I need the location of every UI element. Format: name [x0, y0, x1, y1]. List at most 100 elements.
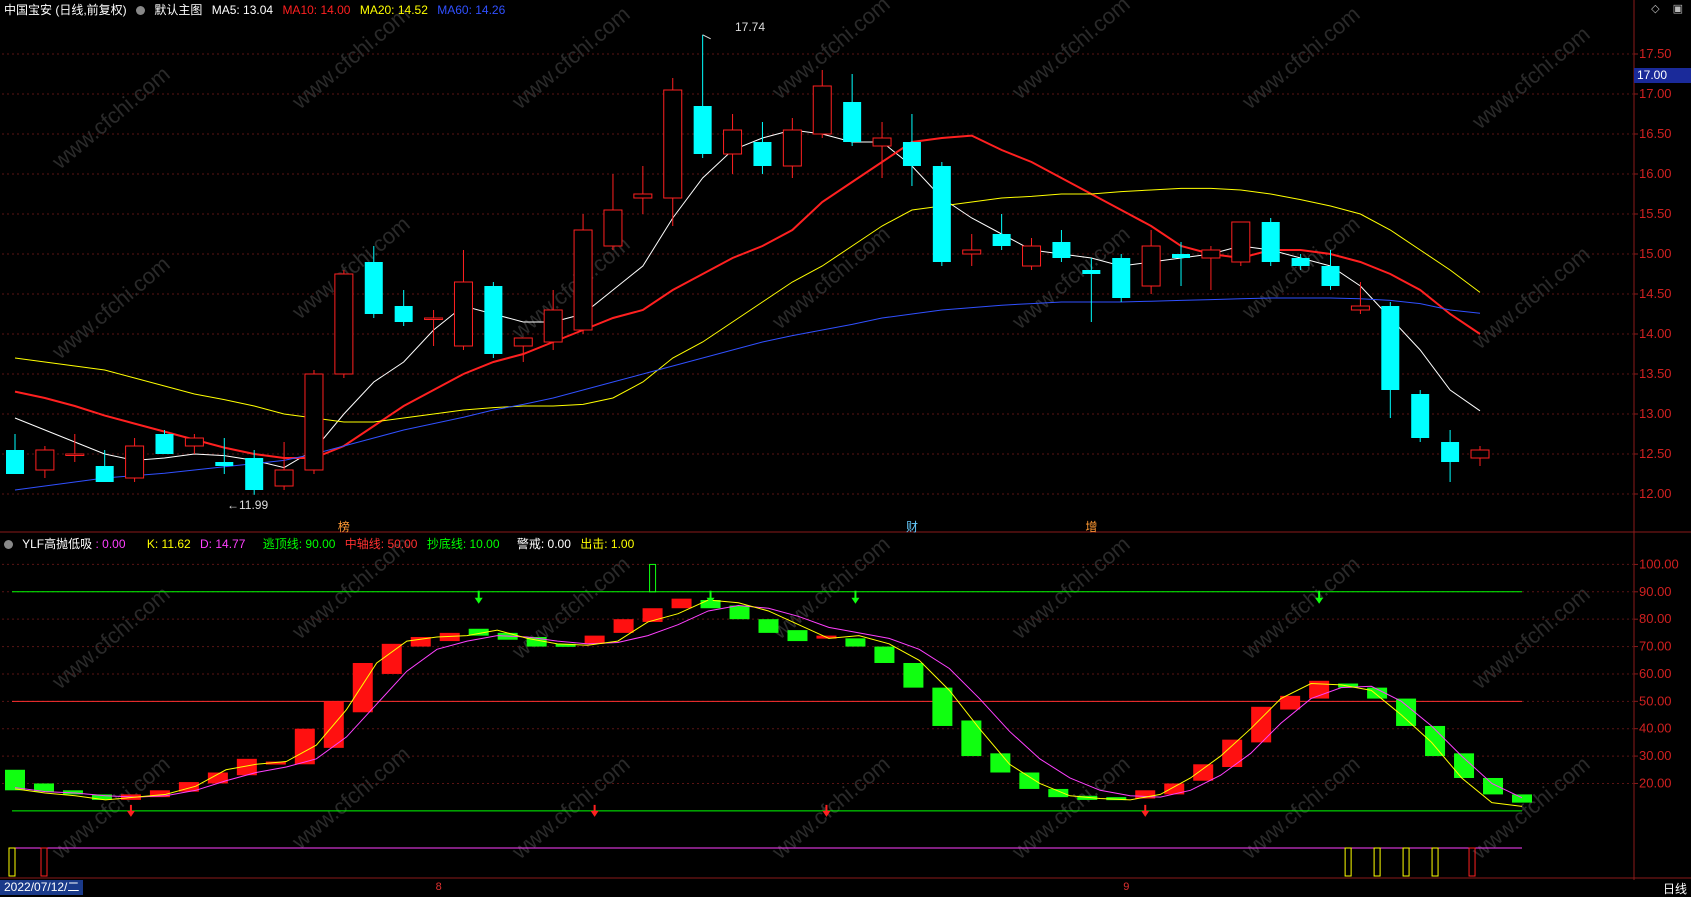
down-arrow-icon	[851, 590, 860, 604]
candle-body-up	[812, 85, 832, 135]
sub-y-tick-label: 40.00	[1639, 721, 1672, 736]
indicator-bar-up	[613, 619, 634, 633]
sub-y-tick-label: 30.00	[1639, 748, 1672, 763]
watermark-text: www.cfchi.com	[1466, 241, 1594, 354]
indicator-bar-down	[729, 605, 750, 620]
indicator-bar-down	[5, 769, 25, 791]
event-marker[interactable]: 榜	[338, 518, 350, 535]
main-y-tick-label: 16.50	[1639, 126, 1672, 141]
flag-tick-yellow	[1431, 847, 1439, 877]
flag-tick-yellow	[1402, 847, 1410, 877]
main-y-tick-label: 16.00	[1639, 166, 1672, 181]
candle-body-down	[1112, 258, 1131, 298]
candle-body-down	[215, 462, 234, 466]
settings-circle-icon[interactable]	[136, 6, 146, 15]
main-y-tick-label: 13.00	[1639, 406, 1672, 421]
indicator-bar-down	[990, 753, 1011, 773]
candle-body-up	[1201, 249, 1221, 259]
watermark-text: www.cfchi.com	[506, 551, 634, 664]
candle-body-up	[125, 445, 145, 479]
indicator-bar-down	[1425, 725, 1446, 757]
period-label[interactable]: 日线	[1663, 880, 1687, 897]
candle-body-up	[184, 437, 204, 447]
event-marker[interactable]: 增	[1085, 518, 1097, 535]
candle-body-down	[1052, 242, 1071, 258]
chart-canvas[interactable]: 12.00 12.50 13.00 13.50 14.00 14.50 15.00 15.50…	[0, 0, 1691, 880]
candle-body-up	[782, 129, 802, 167]
template-name[interactable]: 默认主图	[154, 3, 202, 17]
candle-body-down	[902, 142, 921, 166]
candle-body-down	[753, 142, 772, 166]
watermark-text: www.cfchi.com	[1006, 751, 1134, 864]
indicator-bar-down	[932, 687, 953, 726]
window-controls: ◇ ▣	[1651, 2, 1683, 15]
main-y-tick-label: 12.50	[1639, 446, 1672, 461]
indicator-bar-down	[1048, 788, 1069, 798]
candle-body-up	[1350, 305, 1370, 311]
watermark-text: www.cfchi.com	[1006, 531, 1134, 644]
indicator-settings-icon[interactable]	[4, 540, 13, 549]
candle-body-up	[513, 337, 533, 347]
main-y-tick-label: 14.50	[1639, 286, 1672, 301]
candle-body-up	[304, 373, 324, 471]
indicator-value: : 0.00	[95, 537, 126, 551]
restore-icon[interactable]: ▣	[1673, 3, 1683, 15]
candle-body-down	[1172, 254, 1191, 258]
indicator-bar-up	[642, 608, 663, 622]
flag-tick-yellow	[1344, 847, 1352, 877]
indicator-title[interactable]: YLF高抛低吸	[22, 537, 92, 551]
current-price-tag: 17.00	[1634, 68, 1691, 83]
candle-body-down	[693, 106, 712, 154]
main-y-tick-label: 17.00	[1639, 86, 1672, 101]
indicator-bar-down	[1483, 777, 1504, 795]
candle-body-down	[95, 466, 114, 482]
watermark-text: www.cfchi.com	[1236, 551, 1364, 664]
low-price-label: ←11.99	[227, 498, 269, 512]
stock-title: 中国宝安 (日线,前复权)	[4, 3, 127, 17]
d-label: D: 14.77	[200, 537, 246, 551]
main-y-tick-label: 15.00	[1639, 246, 1672, 261]
diamond-icon[interactable]: ◇	[1651, 3, 1659, 15]
mid-axis-label: 中轴线: 50.00	[344, 537, 418, 551]
indicator-bar-down	[758, 619, 779, 633]
candle-body-up	[543, 309, 563, 343]
watermark-text: www.cfchi.com	[46, 61, 174, 174]
sub-y-tick-label: 20.00	[1639, 775, 1672, 790]
candle-body-up	[424, 317, 444, 320]
flag-tick-yellow	[1373, 847, 1381, 877]
candle-body-up	[334, 273, 354, 375]
watermark-text: www.cfchi.com	[1466, 751, 1594, 864]
ma-line-ma60	[14, 297, 1481, 491]
candle-body-up	[962, 249, 982, 255]
main-y-tick-label: 12.00	[1639, 486, 1672, 501]
indicator-header: YLF高抛低吸 : 0.00 K: 11.62 D: 14.77 逃顶线: 90…	[4, 535, 640, 552]
indicator-bar-up	[294, 728, 315, 765]
ma60-label: MA60: 14.26	[437, 3, 506, 17]
month-mark: 9	[1123, 881, 1130, 893]
warning-label: 警戒: 0.00	[516, 537, 571, 551]
candle-body-up	[65, 453, 85, 456]
candle-body-down	[1381, 306, 1400, 390]
high-pointer	[702, 34, 711, 40]
sub-y-tick-label: 50.00	[1639, 693, 1672, 708]
candle-body-down	[484, 286, 503, 354]
watermark-text: www.cfchi.com	[46, 581, 174, 694]
bottom-fish-label: 抄底线: 10.00	[426, 537, 500, 551]
stock-chart-window: 12.00 12.50 13.00 13.50 14.00 14.50 15.00 15.50…	[0, 0, 1691, 896]
up-arrow-icon	[590, 804, 599, 817]
indicator-bar-up	[1193, 764, 1214, 781]
event-marker[interactable]: 财	[906, 518, 918, 535]
up-arrow-icon	[1141, 804, 1150, 817]
month-mark: 8	[435, 881, 442, 893]
candle-body-down	[1291, 258, 1310, 266]
flag-tick-yellow	[8, 847, 16, 877]
indicator-bar-down	[1512, 794, 1532, 803]
candle-body-up	[872, 137, 892, 147]
candle-body-down	[932, 166, 951, 262]
candle-body-up	[453, 281, 473, 347]
candle-body-up	[1141, 245, 1161, 287]
main-y-tick-label: 13.50	[1639, 366, 1672, 381]
candle-body-down	[1441, 442, 1460, 462]
candle-body-up	[1022, 245, 1042, 267]
watermark-text: www.cfchi.com	[46, 251, 174, 364]
